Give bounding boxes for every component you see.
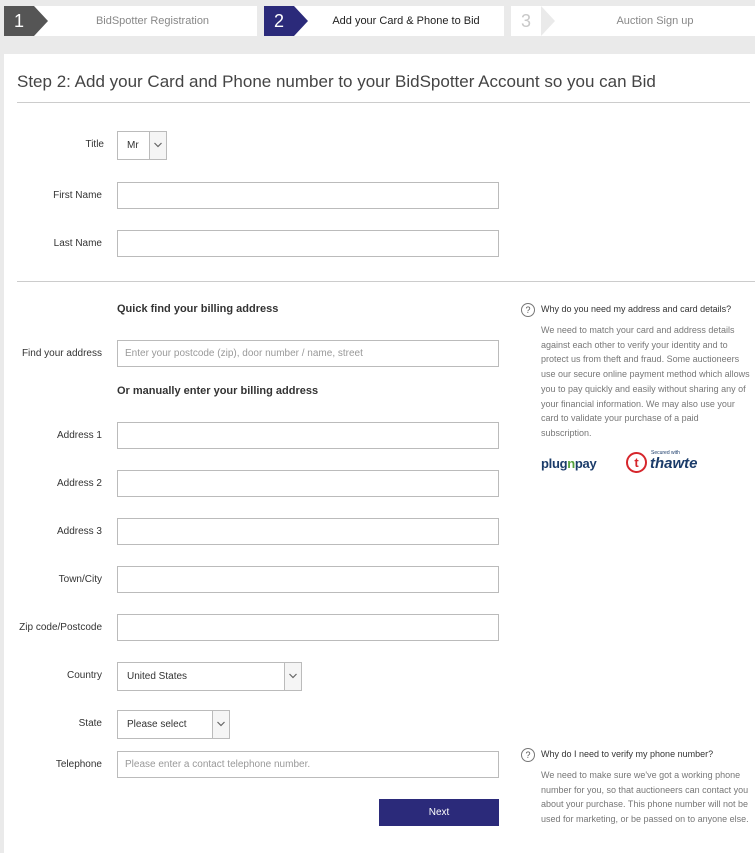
page-title: Step 2: Add your Card and Phone number t… bbox=[17, 72, 656, 91]
form-panel: Step 2: Add your Card and Phone number t… bbox=[4, 54, 755, 853]
address2-label: Address 2 bbox=[56, 478, 102, 489]
step-add-card: 2 Add your Card & Phone to Bid bbox=[264, 6, 504, 36]
progress-stepper: 1 BidSpotter Registration 2 Add your Car… bbox=[0, 0, 755, 42]
town-label: Town/City bbox=[58, 574, 102, 585]
plugnpay-logo: plugnpay bbox=[541, 456, 597, 471]
step-registration: 1 BidSpotter Registration bbox=[4, 6, 257, 36]
address1-field[interactable] bbox=[117, 422, 499, 449]
step-arrow bbox=[541, 6, 555, 36]
step-label: BidSpotter Registration bbox=[95, 15, 210, 27]
title-select[interactable]: Mr bbox=[117, 131, 167, 160]
zip-field[interactable] bbox=[117, 614, 499, 641]
state-label: State bbox=[78, 718, 102, 729]
telephone-label: Telephone bbox=[55, 759, 102, 770]
first-name-field[interactable] bbox=[117, 182, 499, 209]
question-icon[interactable]: ? bbox=[521, 303, 535, 317]
chevron-down-icon bbox=[284, 663, 301, 690]
address2-field[interactable] bbox=[117, 470, 499, 497]
manual-address-heading: Or manually enter your billing address bbox=[117, 385, 319, 397]
phone-help: ? Why do I need to verify my phone numbe… bbox=[521, 748, 751, 853]
country-select-value: United States bbox=[127, 671, 188, 682]
last-name-field[interactable] bbox=[117, 230, 499, 257]
address1-label: Address 1 bbox=[56, 430, 102, 441]
state-select[interactable]: Please select bbox=[117, 710, 230, 739]
country-label: Country bbox=[66, 670, 102, 681]
step-number: 2 bbox=[264, 6, 294, 36]
phone-help-body: We need to make sure we've got a working… bbox=[541, 770, 749, 825]
step-label: Auction Sign up bbox=[616, 15, 694, 27]
town-field[interactable] bbox=[117, 566, 499, 593]
chevron-down-icon bbox=[212, 711, 229, 738]
divider bbox=[17, 281, 755, 282]
address-help: ? Why do you need my address and card de… bbox=[521, 303, 751, 443]
step-number: 3 bbox=[511, 6, 541, 36]
next-button[interactable]: Next bbox=[379, 799, 499, 826]
address3-field[interactable] bbox=[117, 518, 499, 545]
find-address-input[interactable] bbox=[117, 340, 499, 367]
step-arrow bbox=[294, 6, 308, 36]
chevron-down-icon bbox=[149, 132, 166, 159]
title-label: Title bbox=[85, 139, 104, 150]
last-name-label: Last Name bbox=[53, 238, 102, 249]
address3-label: Address 3 bbox=[56, 526, 102, 537]
address-help-body: We need to match your card and address d… bbox=[541, 325, 750, 438]
step-number: 1 bbox=[4, 6, 34, 36]
step-label: Add your Card & Phone to Bid bbox=[332, 15, 480, 27]
step-auction-signup: 3 Auction Sign up bbox=[511, 6, 755, 36]
telephone-input[interactable] bbox=[117, 751, 499, 778]
state-select-value: Please select bbox=[127, 719, 187, 730]
step-arrow bbox=[34, 6, 48, 36]
quick-find-heading: Quick find your billing address bbox=[117, 303, 279, 315]
country-select[interactable]: United States bbox=[117, 662, 302, 691]
address-help-title: Why do you need my address and card deta… bbox=[541, 304, 732, 314]
find-address-label: Find your address bbox=[21, 348, 102, 359]
divider bbox=[17, 102, 750, 103]
first-name-label: First Name bbox=[53, 190, 102, 201]
phone-help-title: Why do I need to verify my phone number? bbox=[541, 749, 714, 759]
thawte-logo: t Secured with thawte bbox=[626, 450, 726, 474]
question-icon[interactable]: ? bbox=[521, 748, 535, 762]
thawte-mark-icon: t bbox=[626, 452, 647, 473]
zip-label: Zip code/Postcode bbox=[19, 622, 102, 633]
title-select-value: Mr bbox=[127, 140, 139, 151]
